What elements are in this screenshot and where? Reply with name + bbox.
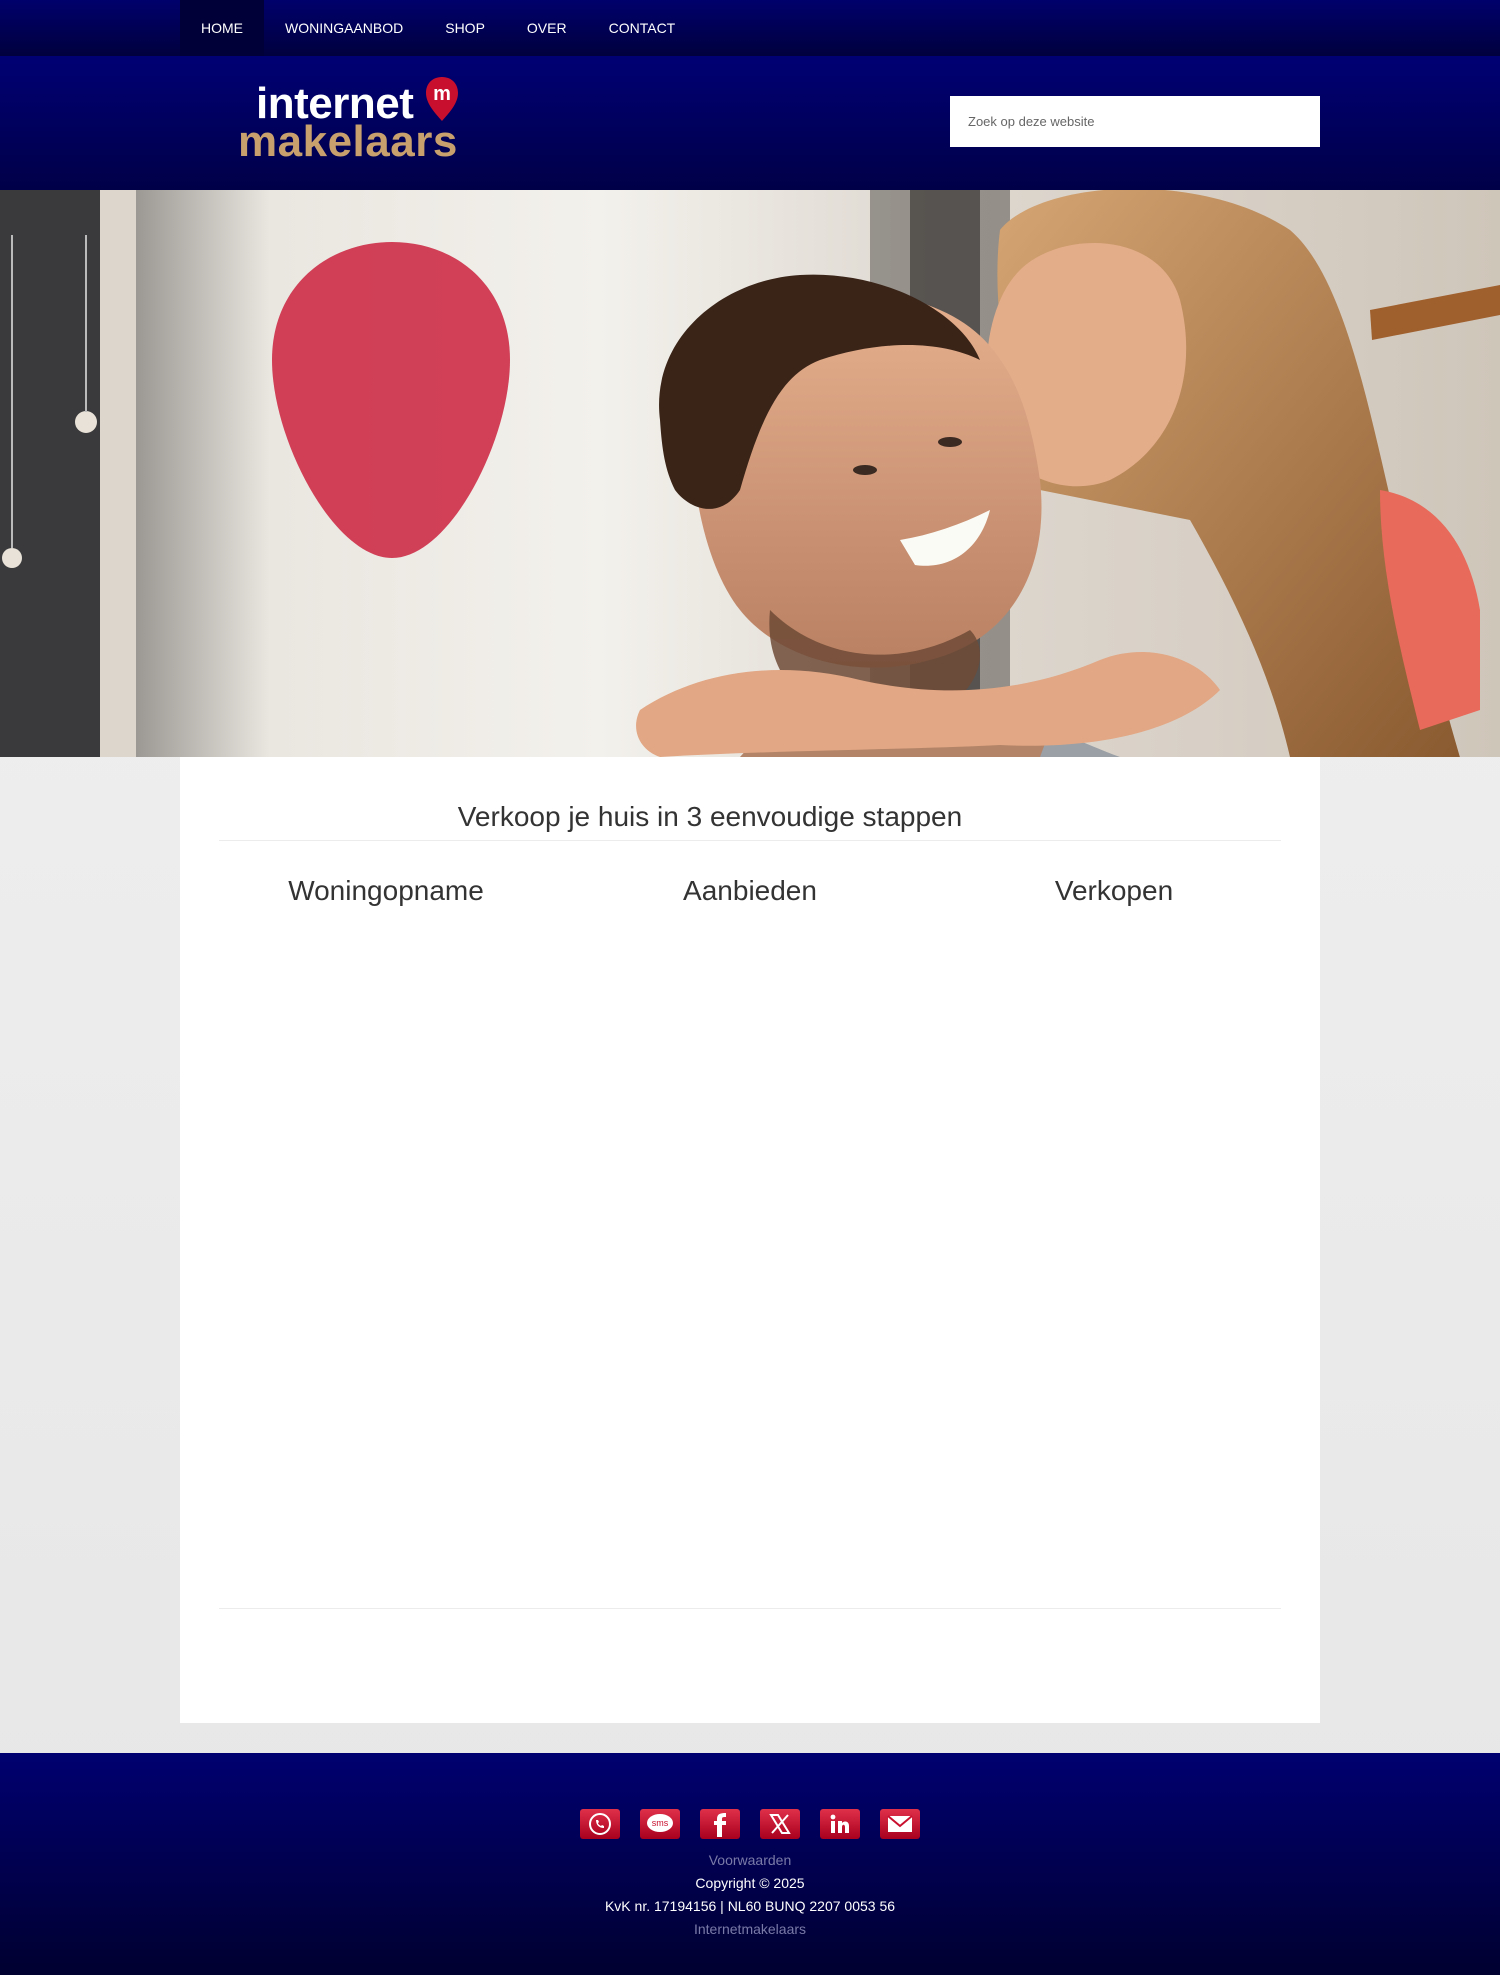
step-woningopname: Woningopname: [288, 875, 484, 906]
page-title: Verkoop je huis in 3 eenvoudige stappen: [457, 801, 963, 832]
title-divider: [219, 840, 1281, 841]
steps-row: Woningopname Aanbieden Verkopen: [219, 875, 1281, 907]
logo-text-makelaars: makelaars: [238, 117, 458, 166]
terms-link[interactable]: Voorwaarden: [0, 1849, 1500, 1872]
search-input[interactable]: [950, 96, 1320, 147]
content-divider: [219, 1608, 1281, 1609]
copyright-text: Copyright © 2025: [695, 1875, 805, 1891]
logo-pin-icon: m: [426, 77, 458, 121]
step-verkopen: Verkopen: [1054, 875, 1174, 906]
hero-pin-shape: [272, 242, 510, 558]
whatsapp-icon[interactable]: [580, 1809, 620, 1839]
nav-item-shop[interactable]: SHOP: [424, 0, 506, 56]
sms-icon[interactable]: sms: [640, 1809, 680, 1839]
main-content: Verkoop je huis in 3 eenvoudige stappen …: [180, 757, 1320, 1723]
hero-image: [0, 190, 1500, 757]
nav-item-home[interactable]: HOME: [180, 0, 264, 56]
footer-links: Voorwaarden Copyright © 2025 KvK nr. 171…: [0, 1849, 1500, 1941]
kvk-text: KvK nr. 17194156 | NL60 BUNQ 2207 0053 5…: [604, 1898, 896, 1914]
x-icon[interactable]: [760, 1809, 800, 1839]
mail-icon[interactable]: [880, 1809, 920, 1839]
step-aanbieden: Aanbieden: [683, 875, 817, 906]
logo-pin-letter: m: [433, 83, 451, 105]
hero-photo-illustration: [0, 190, 1500, 757]
nav-menu: HOME WONINGAANBOD SHOP OVER CONTACT: [180, 0, 696, 56]
top-navigation: HOME WONINGAANBOD SHOP OVER CONTACT: [0, 0, 1500, 56]
facebook-icon[interactable]: [700, 1809, 740, 1839]
nav-item-contact[interactable]: CONTACT: [588, 0, 697, 56]
nav-item-over[interactable]: OVER: [506, 0, 588, 56]
linkedin-icon[interactable]: [820, 1809, 860, 1839]
brand-link[interactable]: Internetmakelaars: [0, 1918, 1500, 1941]
site-footer: sms Voorwaarden Copyright © 2025 KvK nr.…: [0, 1753, 1500, 1975]
nav-item-woningaanbod[interactable]: WONINGAANBOD: [264, 0, 424, 56]
svg-text:sms: sms: [652, 1818, 669, 1828]
social-share-bar: sms: [580, 1809, 920, 1839]
site-logo[interactable]: internet makelaars m: [238, 76, 464, 168]
